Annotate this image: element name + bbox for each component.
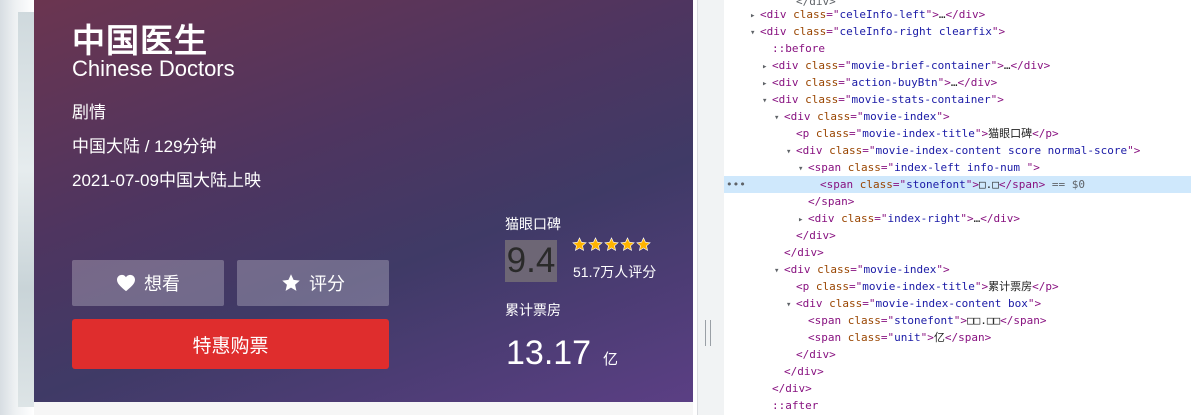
- dom-node-row[interactable]: ▾ <div class="movie-index">: [724, 261, 1191, 278]
- dom-node-row[interactable]: ▸ <div class="action-buyBtn">…</div>: [724, 74, 1191, 91]
- dom-node-row[interactable]: </div>: [724, 363, 1191, 380]
- splitter-grip-icon[interactable]: [705, 320, 711, 346]
- box-office-unit: 亿: [603, 351, 619, 368]
- dom-node-row[interactable]: <p class="movie-index-title">猫眼口碑</p>: [724, 125, 1191, 142]
- movie-genre: 剧情: [72, 103, 106, 122]
- movie-release-date: 2021-07-09中国大陆上映: [72, 171, 261, 190]
- devtools-splitter[interactable]: [697, 0, 724, 415]
- rating-star-icon: [572, 237, 587, 252]
- rating-title: 猫眼口碑: [505, 216, 561, 232]
- movie-banner: 中国医生 Chinese Doctors 剧情 中国大陆 / 129分钟 202…: [34, 0, 693, 402]
- dom-node-row[interactable]: ▾ <div class="movie-index-content score n…: [724, 142, 1191, 159]
- heart-icon: [117, 274, 135, 292]
- dom-node-row[interactable]: ▾ <div class="movie-index">: [724, 108, 1191, 125]
- poster-edge: [18, 12, 34, 407]
- rating-star-icon: [620, 237, 635, 252]
- rating-star-icon: [604, 237, 619, 252]
- rating-score: 9.4: [505, 240, 557, 282]
- dom-node-row[interactable]: ▾ <span class="index-left info-num ">: [724, 159, 1191, 176]
- dom-node-row[interactable]: ▸ <div class="movie-brief-container">…</d…: [724, 57, 1191, 74]
- dom-node-row[interactable]: </div>: [724, 346, 1191, 363]
- movie-title: 中国医生: [72, 22, 208, 59]
- page-left-strip: [0, 0, 34, 415]
- dom-node-row[interactable]: </div>: [724, 380, 1191, 397]
- buy-ticket-label: 特惠购票: [192, 335, 269, 357]
- dom-node-row[interactable]: <span class="unit">亿</span>: [724, 329, 1191, 346]
- dom-node-row[interactable]: ▸ <div class="index-right">…</div>: [724, 210, 1191, 227]
- movie-page: 中国医生 Chinese Doctors 剧情 中国大陆 / 129分钟 202…: [0, 0, 697, 415]
- rating-count: 51.7万人评分: [573, 264, 657, 280]
- movie-english-title: Chinese Doctors: [72, 56, 235, 81]
- movie-region-duration: 中国大陆 / 129分钟: [72, 137, 217, 156]
- dom-node-row[interactable]: ▸ <div class="celeInfo-left">…</div>: [724, 6, 1191, 23]
- rate-button[interactable]: 评分: [237, 260, 389, 306]
- box-office-value: 13.17: [506, 334, 592, 372]
- rating-star-icon: [588, 237, 603, 252]
- dom-node-row[interactable]: ▾ <div class="celeInfo-right clearfix">: [724, 23, 1191, 40]
- dom-node-row-selected[interactable]: <span class="stonefont">□.□</span> == $0…: [724, 176, 1191, 193]
- rating-stars: [572, 237, 651, 252]
- star-icon: [282, 274, 300, 291]
- dom-node-row[interactable]: </span>: [724, 193, 1191, 210]
- dom-node-row[interactable]: ▾ <div class="movie-stats-container">: [724, 91, 1191, 108]
- rate-label: 评分: [309, 274, 345, 294]
- banner-bottom-area: [34, 402, 693, 415]
- want-to-watch-label: 想看: [144, 274, 180, 294]
- dom-node-row[interactable]: </div>: [724, 227, 1191, 244]
- dom-node-row[interactable]: ▾ <div class="movie-index-content box">: [724, 295, 1191, 312]
- dom-node-row[interactable]: </div>: [724, 244, 1191, 261]
- dom-node-row[interactable]: <p class="movie-index-title">累计票房</p>: [724, 278, 1191, 295]
- buy-ticket-button[interactable]: 特惠购票: [72, 319, 389, 369]
- more-options-icon[interactable]: •••: [726, 176, 746, 193]
- dom-node-row[interactable]: <span class="stonefont">□□.□□</span>: [724, 312, 1191, 329]
- want-to-watch-button[interactable]: 想看: [72, 260, 224, 306]
- box-office-title: 累计票房: [505, 302, 561, 318]
- devtools-elements-panel[interactable]: </div> ▸ <div class="celeInfo-left">…</di…: [724, 0, 1191, 415]
- dom-node-row[interactable]: ::after: [724, 397, 1191, 414]
- rating-star-icon: [636, 237, 651, 252]
- dom-node-row[interactable]: ::before: [724, 40, 1191, 57]
